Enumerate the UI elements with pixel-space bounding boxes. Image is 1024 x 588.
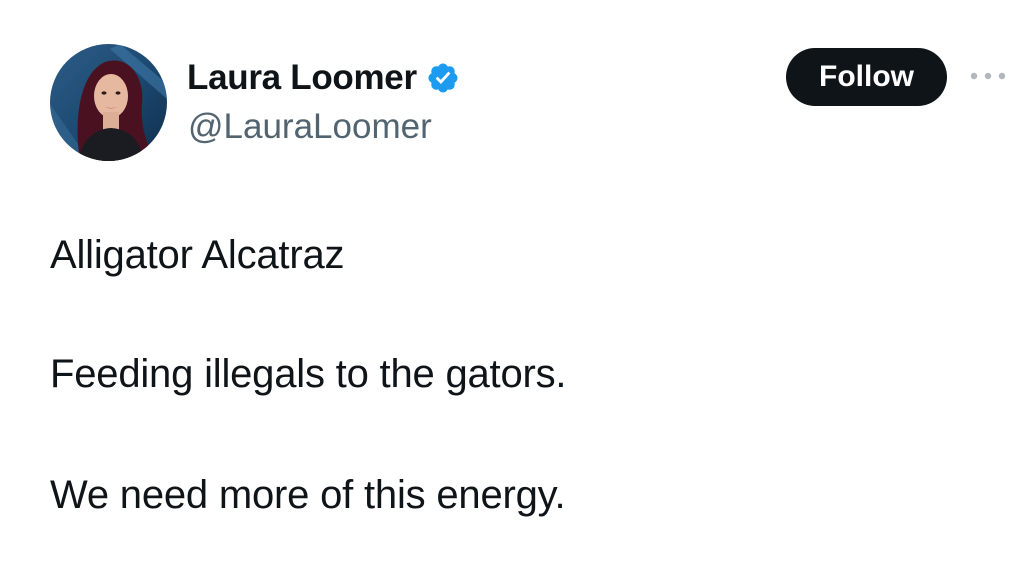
tweet-text-line: Alligator Alcatraz — [50, 233, 345, 277]
author-handle[interactable]: @LauraLoomer — [188, 107, 432, 147]
tweet-text-line: Feeding illegals to the gators. — [50, 352, 567, 396]
follow-button[interactable]: Follow — [786, 48, 947, 106]
tweet-card: Laura Loomer @LauraLoomer Follow Alligat… — [0, 0, 1024, 588]
avatar-photo — [50, 44, 167, 161]
avatar[interactable] — [50, 44, 167, 161]
more-options-icon[interactable] — [966, 62, 1010, 90]
display-name[interactable]: Laura Loomer — [187, 58, 417, 98]
tweet-text-line: We need more of this energy. — [50, 473, 566, 517]
verified-badge-icon — [426, 61, 460, 95]
author-name-row: Laura Loomer — [187, 56, 460, 100]
